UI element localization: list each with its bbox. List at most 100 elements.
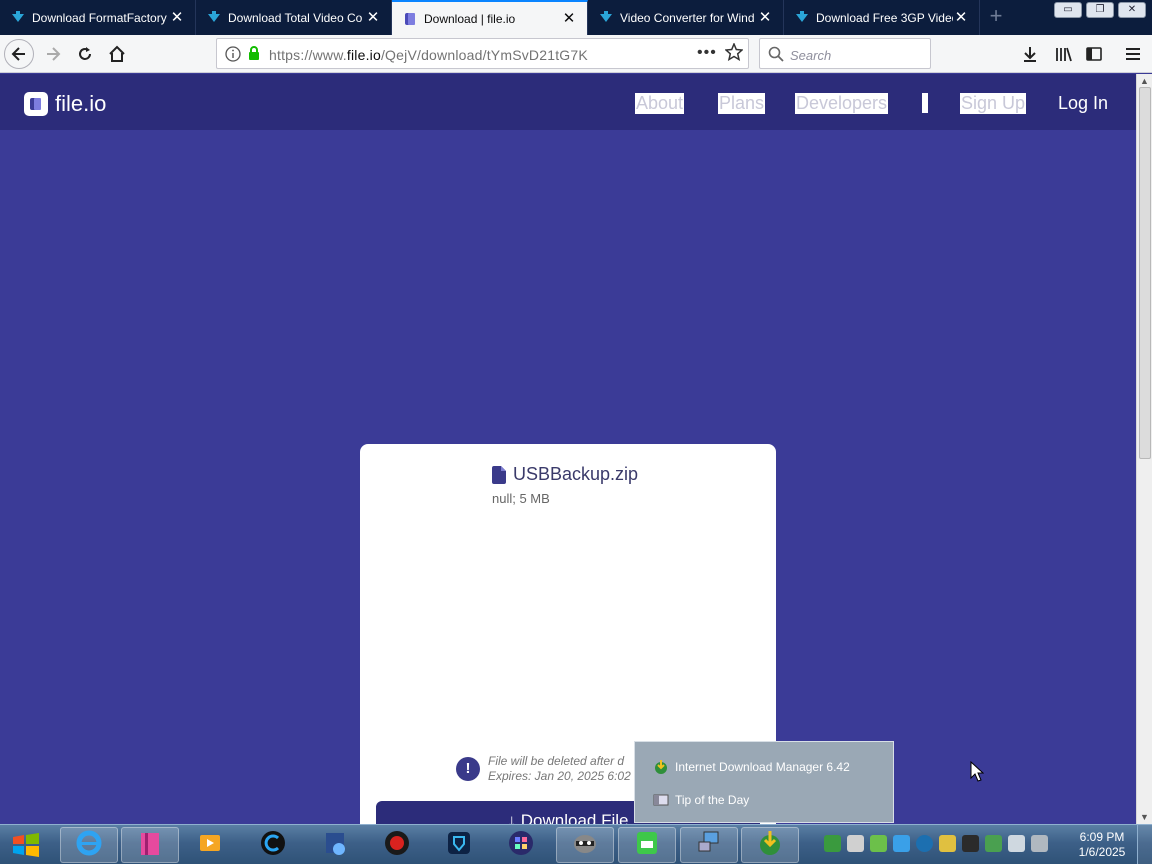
popup-item-tip[interactable]: Tip of the Day (653, 792, 749, 808)
sidebar-icon (1086, 47, 1102, 61)
vertical-scrollbar[interactable]: ▲ ▼ (1136, 74, 1152, 826)
forward-button[interactable] (38, 39, 68, 69)
restore-button[interactable]: ❐ (1086, 2, 1114, 18)
nav-developers-link[interactable]: Developers (795, 93, 889, 114)
library-button[interactable] (1048, 39, 1078, 69)
computer-network-icon (695, 829, 723, 862)
c-circle-icon (259, 829, 287, 862)
scroll-down-arrow-icon[interactable]: ▼ (1140, 812, 1149, 822)
taskbar-internet-download-manager[interactable] (741, 827, 799, 863)
vpn-shield-icon (445, 829, 473, 862)
notice-line-1: File will be deleted after d (488, 754, 625, 768)
nav-plans-link[interactable]: Plans (718, 93, 766, 114)
taskbar: 6:09 PM 1/6/2025 (0, 824, 1152, 864)
windows-logo-icon (13, 833, 39, 857)
minimize-button[interactable]: ▭ (1054, 2, 1082, 18)
tray-app-icon[interactable] (916, 835, 933, 852)
library-icon (1056, 47, 1072, 62)
taskbar-3gp-converter[interactable] (618, 827, 676, 863)
new-tab-button[interactable]: + (984, 5, 1008, 29)
nav-sign-up-link[interactable]: Sign Up (960, 93, 1027, 114)
downloads-button[interactable] (1015, 39, 1045, 69)
close-window-button[interactable]: ✕ (1118, 2, 1146, 18)
start-button[interactable] (4, 827, 48, 863)
tray-app-icon[interactable] (870, 835, 887, 852)
sidebar-button[interactable] (1079, 39, 1109, 69)
site-logo[interactable]: file.io (24, 91, 106, 117)
search-input[interactable]: Search (759, 38, 931, 69)
taskbar-security-app[interactable] (368, 827, 426, 863)
exclamation-icon: ! (456, 757, 480, 781)
close-icon[interactable]: ✕ (561, 10, 577, 27)
scroll-up-arrow-icon[interactable]: ▲ (1140, 76, 1149, 86)
page-actions-icon[interactable]: ••• (697, 44, 717, 62)
nav-log-in-link[interactable]: Log In (1058, 93, 1108, 114)
taskbar-network-app[interactable] (680, 827, 738, 863)
taskbar-app-grid[interactable] (492, 827, 550, 863)
tab-title: Download Free 3GP Video (816, 10, 953, 25)
download-icon (1024, 47, 1036, 62)
volume-muted-icon[interactable] (1031, 835, 1048, 852)
reload-icon (79, 47, 91, 60)
popup-item-label: Tip of the Day (675, 793, 750, 807)
popup-item-idm[interactable]: Internet Download Manager 6.42 (653, 759, 850, 775)
taskbar-vpn[interactable] (430, 827, 488, 863)
expiry-notice-text: File will be deleted after d Expires: Ja… (488, 754, 631, 784)
search-placeholder: Search (790, 48, 832, 63)
network-icon[interactable] (1008, 835, 1025, 852)
fileio-logo-icon (24, 92, 48, 116)
menu-button[interactable] (1118, 39, 1148, 69)
idm-tray-icon[interactable] (824, 835, 841, 852)
clock-time: 6:09 PM (1079, 830, 1125, 844)
archive-icon (136, 829, 164, 862)
file-name-text: USBBackup.zip (513, 464, 639, 484)
lock-icon[interactable] (247, 45, 261, 66)
tab-title: Video Converter for Wind (620, 10, 755, 25)
search-icon (768, 46, 784, 67)
scrollbar-thumb[interactable] (1139, 87, 1151, 459)
home-icon (109, 45, 125, 62)
address-bar[interactable]: https://www.file.io/QejV/download/tYmSvD… (216, 38, 749, 69)
taskbar-raccoon-app[interactable] (556, 827, 614, 863)
reload-button[interactable] (70, 39, 100, 69)
nav-about-link[interactable]: About (635, 93, 685, 114)
tab-formatfactory[interactable]: Download FormatFactory ✕ (0, 0, 196, 35)
fileio-logo-icon (402, 11, 418, 27)
mouse-cursor-icon (970, 760, 985, 788)
tray-shield-icon[interactable] (939, 835, 956, 852)
tab-title: Download | file.io (424, 11, 516, 26)
internet-explorer-icon (75, 829, 103, 862)
notice-line-2: Expires: Jan 20, 2025 6:02 (488, 769, 631, 783)
tray-tooltip-popup: Internet Download Manager 6.42 Tip of th… (634, 741, 894, 823)
tab-fileio[interactable]: Download | file.io ✕ (392, 0, 588, 35)
nav-separator (922, 93, 928, 113)
taskbar-ccleaner[interactable] (244, 827, 302, 863)
taskbar-media-player[interactable] (181, 827, 239, 863)
info-icon[interactable] (225, 46, 241, 67)
close-icon[interactable]: ✕ (365, 9, 381, 26)
site-header: file.io About Plans Developers Sign Up L… (0, 74, 1136, 130)
close-icon[interactable]: ✕ (757, 9, 773, 26)
tab-total-video[interactable]: Download Total Video Co ✕ (196, 0, 392, 35)
tray-app-icon[interactable] (962, 835, 979, 852)
tab-video-converter[interactable]: Video Converter for Wind ✕ (588, 0, 784, 35)
close-icon[interactable]: ✕ (169, 9, 185, 26)
shield-red-icon (383, 829, 411, 862)
close-icon[interactable]: ✕ (953, 9, 969, 26)
tray-app-icon[interactable] (985, 835, 1002, 852)
show-desktop-button[interactable] (1137, 825, 1152, 864)
taskbar-winrar[interactable] (121, 827, 179, 863)
tray-app-icon[interactable] (847, 835, 864, 852)
taskbar-internet-explorer[interactable] (60, 827, 118, 863)
home-button[interactable] (102, 39, 132, 69)
download-arrow-icon (10, 10, 26, 26)
tray-app-icon[interactable] (893, 835, 910, 852)
logo-text: file.io (55, 91, 107, 116)
taskbar-clock[interactable]: 6:09 PM 1/6/2025 (1076, 830, 1128, 860)
download-arrow-icon (598, 10, 614, 26)
bookmark-star-icon[interactable] (724, 42, 744, 66)
tab-3gp-video[interactable]: Download Free 3GP Video ✕ (784, 0, 980, 35)
taskbar-image-tool[interactable] (306, 827, 364, 863)
back-button[interactable] (4, 39, 34, 69)
media-player-icon (196, 829, 224, 862)
